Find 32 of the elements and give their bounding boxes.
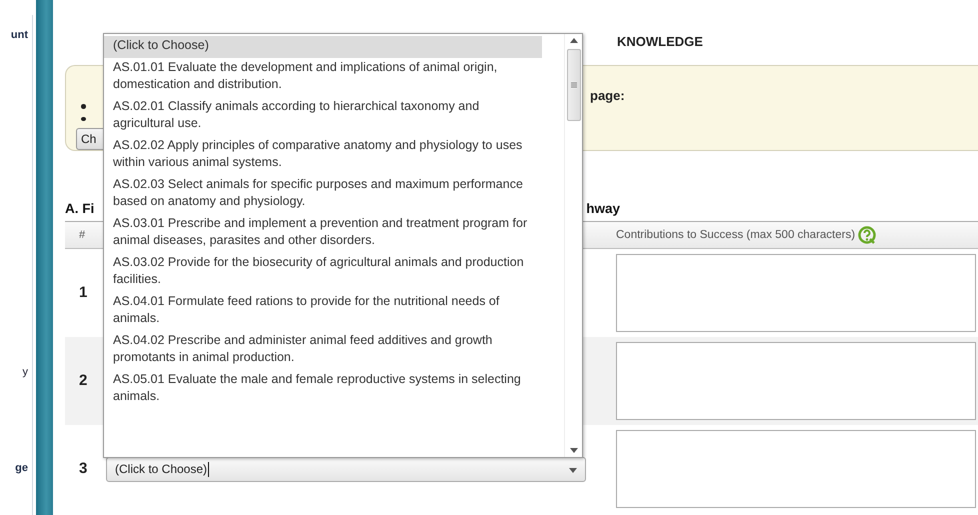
scroll-up-icon[interactable]	[570, 38, 578, 43]
standard-select[interactable]: (Click to Choose)	[106, 456, 586, 482]
dropdown-option[interactable]: AS.05.01 Evaluate the male and female reproductive systems in selecting animals.	[104, 370, 542, 409]
column-header: Contributions to Success (max 500 characters)	[616, 228, 856, 243]
help-icon[interactable]	[858, 226, 876, 244]
sidebar-link[interactable]: unt	[0, 27, 32, 44]
row-number: 2	[79, 372, 88, 389]
notice-text: page:	[590, 87, 625, 105]
dropdown-option[interactable]: AS.02.03 Select animals for specific purposes and maximum performance based on anatomy and physiology.	[104, 175, 542, 214]
dropdown-option[interactable]: AS.03.02 Provide for the biosecurity of agricultural animals and production facilities.	[104, 253, 542, 292]
scroll-down-icon[interactable]	[570, 448, 578, 453]
dropdown-option[interactable]: AS.04.01 Formulate feed rations to provide for the nutritional needs of animals.	[104, 292, 542, 331]
dropdown-option[interactable]: AS.03.01 Prescribe and implement a prevention and treatment program for animal diseases, parasites and other disorders.	[104, 214, 542, 253]
bullet	[81, 104, 86, 108]
bullet	[81, 116, 86, 121]
sidebar-link[interactable]: ge	[0, 460, 32, 476]
contribution-field[interactable]	[616, 430, 976, 508]
caret-icon[interactable]	[569, 468, 577, 473]
page-heading: KNOWLEDGE	[617, 34, 703, 49]
section-heading: hway	[586, 200, 620, 218]
dropdown-option[interactable]: AS.04.02 Prescribe and administer animal feed additives and growth promotants in animal production.	[104, 331, 542, 370]
section-heading: A. Fi	[65, 200, 94, 218]
contribution-field[interactable]	[616, 254, 976, 332]
column-header: #	[79, 229, 86, 241]
row-number: 1	[79, 284, 88, 301]
contribution-field[interactable]	[616, 342, 976, 420]
row-number: 3	[79, 460, 88, 477]
scroll-thumb[interactable]	[566, 49, 580, 121]
dropdown-option[interactable]: (Click to Choose)	[104, 36, 542, 58]
dropdown-option[interactable]: AS.01.01 Evaluate the development and implications of animal origin, domestication and distribution.	[104, 58, 542, 97]
grip-icon	[570, 82, 576, 88]
sidebar-link[interactable]: y	[0, 364, 32, 380]
